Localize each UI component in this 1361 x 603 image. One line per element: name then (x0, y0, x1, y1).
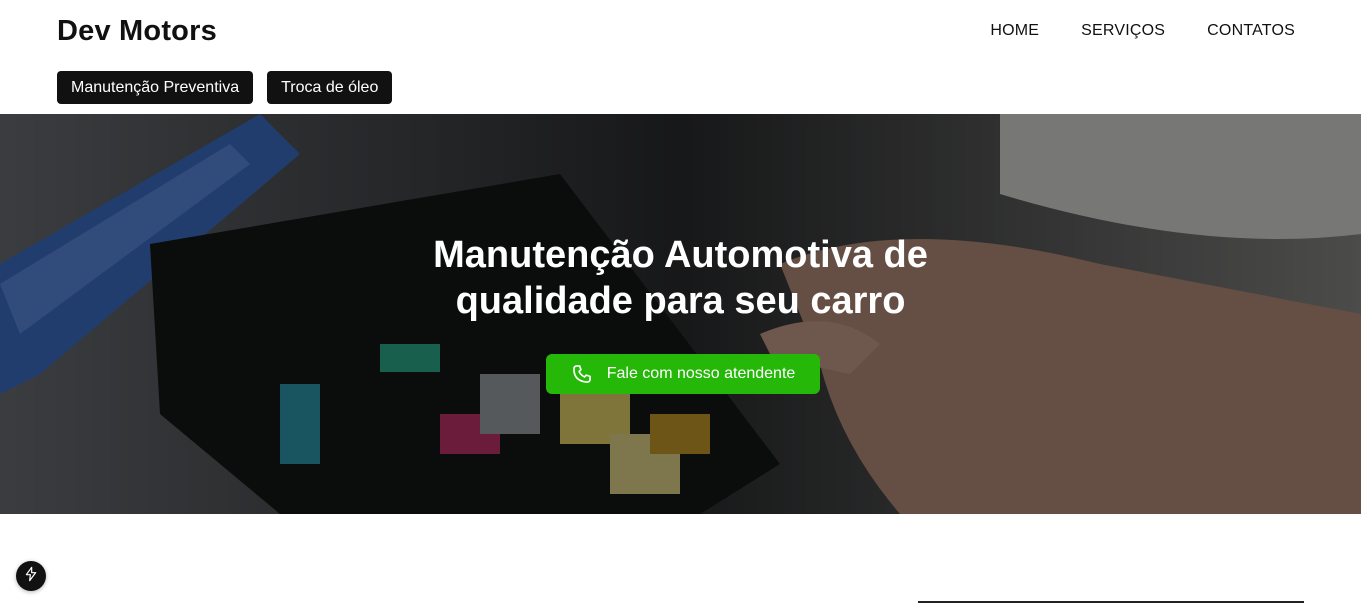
nav-home[interactable]: HOME (990, 22, 1039, 40)
hero-content: Manutenção Automotiva de qualidade para … (0, 232, 1361, 324)
nav-contacts[interactable]: CONTATOS (1207, 22, 1295, 40)
hero-title: Manutenção Automotiva de qualidade para … (433, 234, 928, 322)
contact-attendant-label: Fale com nosso atendente (606, 365, 796, 382)
contact-attendant-button[interactable]: Fale com nosso atendente (546, 354, 820, 394)
bolt-icon (23, 566, 39, 587)
main-nav: HOME SERVIÇOS CONTATOS (990, 22, 1295, 40)
submenu-preventive-maintenance[interactable]: Manutenção Preventiva (57, 71, 254, 104)
nav-services[interactable]: SERVIÇOS (1081, 22, 1165, 40)
submenu-oil-change[interactable]: Troca de óleo (267, 71, 393, 104)
floating-action-button[interactable] (16, 561, 46, 591)
phone-icon (571, 363, 593, 385)
service-submenu: Manutenção Preventiva Troca de óleo (57, 71, 393, 104)
hero-banner: Manutenção Automotiva de qualidade para … (0, 114, 1361, 514)
site-header: Dev Motors HOME SERVIÇOS CONTATOS Manute… (0, 0, 1361, 114)
brand-logo[interactable]: Dev Motors (57, 15, 217, 48)
